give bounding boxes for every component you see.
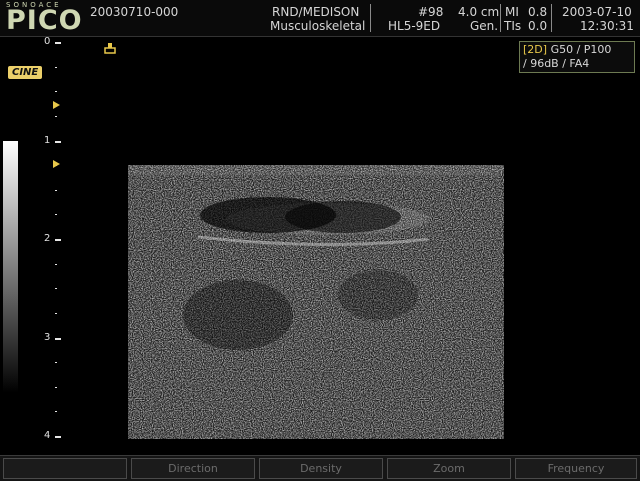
- brand-logo: SONOACE PICO: [4, 1, 84, 36]
- dynamic-range-settings: / 96dB / FA4: [523, 57, 590, 70]
- depth-label: 0: [44, 36, 51, 47]
- depth-label: 3: [44, 331, 51, 343]
- header-divider: [370, 4, 371, 32]
- depth-minor-tick: [55, 411, 57, 413]
- softkey-frequency[interactable]: Frequency: [515, 458, 637, 479]
- tis-label: TIs: [504, 19, 522, 33]
- exam-date: 2003-07-10: [562, 5, 632, 19]
- softkey-zoom[interactable]: Zoom: [387, 458, 511, 479]
- depth-minor-tick: [55, 189, 57, 191]
- softkey-blank[interactable]: [3, 458, 127, 479]
- softkey-direction[interactable]: Direction: [131, 458, 255, 479]
- depth-major-tick: [55, 140, 61, 143]
- ultrasound-image[interactable]: [128, 165, 504, 439]
- depth-major-tick: [55, 337, 61, 340]
- depth-minor-tick: [55, 214, 57, 216]
- depth-label: 4: [44, 430, 51, 441]
- depth-minor-tick: [55, 66, 57, 68]
- depth-label: 1: [44, 134, 51, 146]
- depth-minor-tick: [55, 288, 57, 290]
- softkey-density[interactable]: Density: [259, 458, 383, 479]
- depth-minor-tick: [55, 263, 57, 265]
- header-divider: [500, 4, 501, 32]
- depth-value: 4.0 cm: [458, 5, 500, 19]
- cine-badge[interactable]: CINE: [8, 66, 43, 79]
- institution-name: RND/MEDISON: [272, 5, 360, 19]
- mi-label: MI: [505, 5, 519, 19]
- tis-value: 0.0: [528, 19, 548, 33]
- brand-name: PICO: [6, 5, 83, 36]
- depth-minor-tick: [55, 115, 57, 117]
- image-settings-panel: [2D] G50 / P100 / 96dB / FA4: [519, 41, 635, 73]
- exam-time: 12:30:31: [580, 19, 634, 33]
- status-header: SONOACE PICO 20030710-000 RND/MEDISON Mu…: [0, 0, 640, 37]
- image-number: #98: [418, 5, 444, 19]
- application-name: Musculoskeletal: [270, 19, 366, 33]
- softkey-bar: Direction Density Zoom Frequency: [0, 455, 640, 481]
- imaging-mode: [2D]: [523, 43, 548, 56]
- mi-value: 0.8: [528, 5, 548, 19]
- depth-minor-tick: [55, 91, 57, 93]
- depth-label: 2: [44, 233, 51, 244]
- patient-id: 20030710-000: [90, 5, 179, 19]
- probe-name: HL5-9ED: [388, 19, 441, 33]
- depth-major-tick: [55, 239, 61, 241]
- depth-major-tick: [55, 42, 61, 44]
- depth-major-tick: [55, 436, 61, 438]
- focus-marker-icon[interactable]: [53, 101, 60, 109]
- depth-minor-tick: [55, 362, 57, 364]
- depth-minor-tick: [55, 386, 57, 388]
- grayscale-bar: [3, 141, 18, 393]
- gain-power: G50 / P100: [550, 43, 612, 56]
- depth-minor-tick: [55, 312, 57, 314]
- frequency-mode: Gen.: [470, 19, 499, 33]
- focus-marker-icon[interactable]: [53, 160, 60, 168]
- probe-orientation-icon: [104, 39, 116, 54]
- header-divider: [551, 4, 552, 32]
